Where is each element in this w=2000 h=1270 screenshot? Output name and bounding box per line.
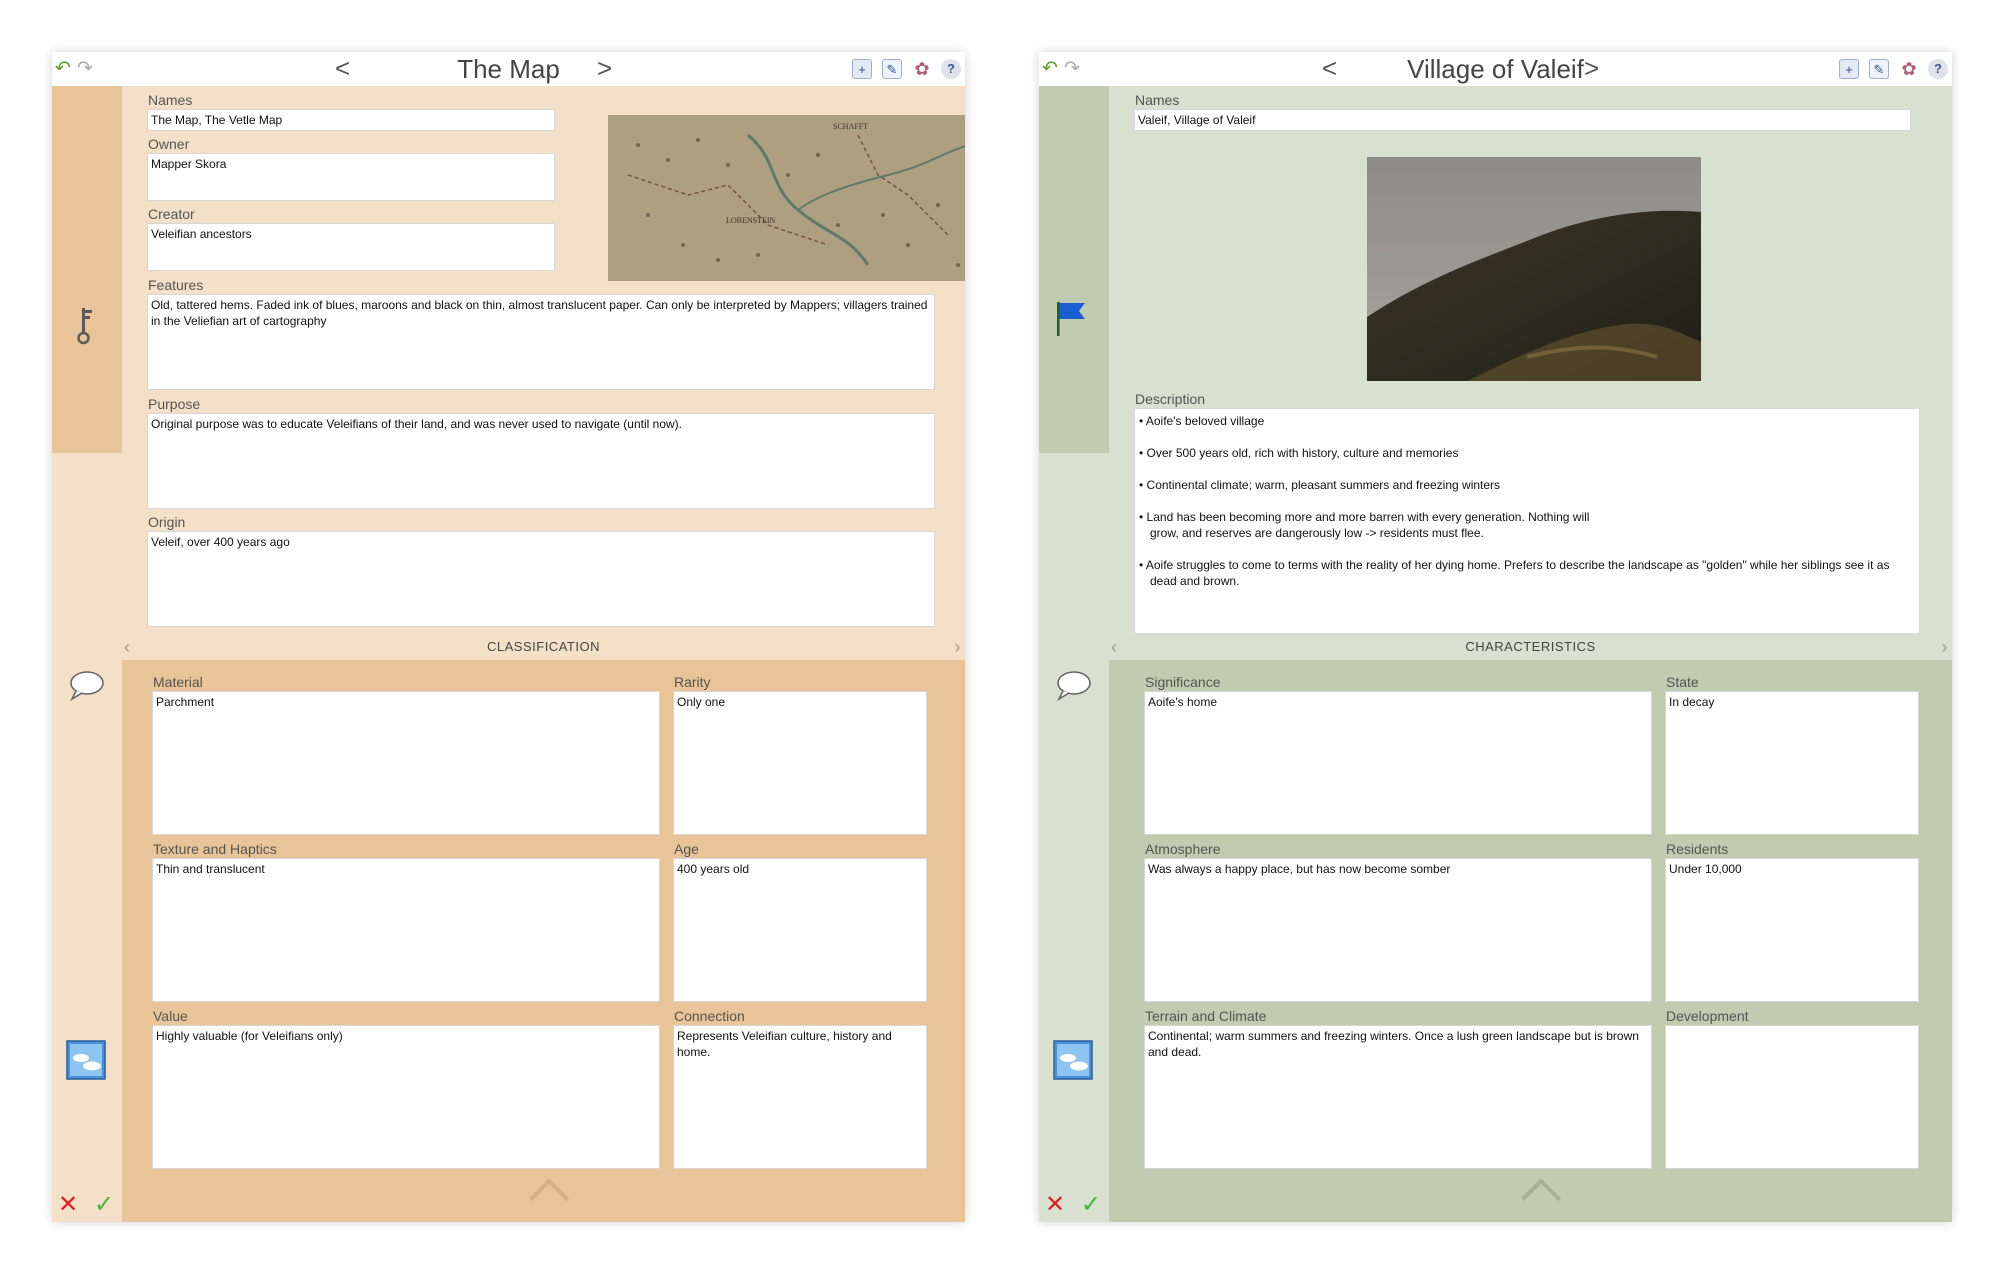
owner-field[interactable]: Mapper Skora [147,153,555,201]
characteristics-section: Significance Aoife's home State In decay… [1109,660,1952,1222]
sidebar [52,86,122,1222]
atmosphere-field[interactable]: Was always a happy place, but has now be… [1144,858,1652,1002]
purpose-label: Purpose [148,396,201,412]
owner-label: Owner [148,136,190,152]
state-label: State [1666,674,1699,690]
section-title: CLASSIFICATION [487,639,600,654]
help-icon[interactable]: ? [941,59,961,79]
age-label: Age [674,841,699,857]
palette-icon[interactable]: ✿ [1899,59,1919,79]
speech-bubble-icon[interactable] [1055,670,1093,702]
material-label: Material [153,674,203,690]
origin-label: Origin [148,514,186,530]
sidebar-active-section[interactable] [52,86,122,453]
speech-bubble-icon[interactable] [68,670,106,702]
age-field[interactable]: 400 years old [673,858,927,1002]
section-title: CHARACTERISTICS [1465,639,1596,654]
state-field[interactable]: In decay [1665,691,1919,835]
purpose-field[interactable]: Original purpose was to educate Veleifia… [147,413,935,509]
description-bullet: • Aoife struggles to come to terms with … [1139,558,1890,588]
residents-field[interactable]: Under 10,000 [1665,858,1919,1002]
terrain-field[interactable]: Continental; warm summers and freezing w… [1144,1025,1652,1169]
key-icon[interactable] [74,306,96,346]
next-page-icon[interactable]: > [1584,52,1599,84]
texture-label: Texture and Haptics [153,841,277,857]
description-label: Description [1135,391,1206,407]
terrain-label: Terrain and Climate [1145,1008,1267,1024]
edit-note-icon[interactable]: ✎ [882,59,902,79]
development-label: Development [1666,1008,1749,1024]
image-icon[interactable] [1053,1040,1093,1080]
value-label: Value [153,1008,188,1024]
section-prev-icon[interactable]: ‹ [124,634,131,660]
features-field[interactable]: Old, tattered hems. Faded ink of blues, … [147,294,935,390]
close-icon[interactable]: ✕ [1045,1192,1065,1218]
description-bullet: • Over 500 years old, rich with history,… [1139,446,1459,460]
identity-section: Names Valeif, Village of Valeif Descript… [1109,86,1952,634]
names-label: Names [1135,92,1180,108]
add-user-icon[interactable]: + [852,59,872,79]
names-label: Names [148,92,193,108]
identity-section: Names The Map, The Vetle Map Owner Mappe… [122,86,965,634]
atmosphere-label: Atmosphere [1145,841,1221,857]
classification-section: Material Parchment Rarity Only one Textu… [122,660,965,1222]
map-label-lobenstein: LOBENSTEIN [726,216,776,225]
names-field[interactable]: Valeif, Village of Valeif [1134,109,1911,131]
section-prev-icon[interactable]: ‹ [1111,634,1118,660]
residents-label: Residents [1666,841,1729,857]
names-field[interactable]: The Map, The Vetle Map [147,109,555,131]
connection-field[interactable]: Represents Veleifian culture, history an… [673,1025,927,1169]
significance-label: Significance [1145,674,1221,690]
rarity-field[interactable]: Only one [673,691,927,835]
description-field[interactable]: • Aoife's beloved village • Over 500 yea… [1134,408,1920,634]
title-bar: ↶ ↷ < Village of Valeif > + ✎ ✿ ? [1039,52,1952,86]
description-bullet: • Continental climate; warm, pleasant su… [1139,478,1501,492]
description-bullet: • Land has been becoming more and more b… [1139,510,1590,540]
map-image[interactable]: SCHAFFT LOBENSTEIN [608,115,965,281]
close-icon[interactable]: ✕ [58,1192,78,1218]
section-next-icon[interactable]: › [955,634,962,660]
help-icon[interactable]: ? [1928,59,1948,79]
creator-label: Creator [148,206,195,222]
next-page-icon[interactable]: > [597,52,612,84]
sidebar-active-section[interactable] [1039,86,1109,453]
texture-field[interactable]: Thin and translucent [152,858,660,1002]
connection-label: Connection [674,1008,745,1024]
material-field[interactable]: Parchment [152,691,660,835]
characteristics-header[interactable]: ‹ CHARACTERISTICS › [1109,634,1952,660]
map-label-schafft: SCHAFFT [833,122,868,131]
rarity-label: Rarity [674,674,711,690]
value-field[interactable]: Highly valuable (for Veleifians only) [152,1025,660,1169]
palette-icon[interactable]: ✿ [912,59,932,79]
collapse-chevron-icon[interactable] [529,1178,569,1218]
checkmark-icon[interactable]: ✓ [94,1192,114,1218]
location-window-village-of-valeif: ↶ ↷ < Village of Valeif > + ✎ ✿ ? Names … [1039,52,1952,1222]
creator-field[interactable]: Veleifian ancestors [147,223,555,271]
add-user-icon[interactable]: + [1839,59,1859,79]
section-next-icon[interactable]: › [1942,634,1949,660]
collapse-chevron-icon[interactable] [1521,1178,1561,1218]
action-bar: ✕ ✓ [1039,1188,1109,1222]
image-icon[interactable] [66,1040,106,1080]
sidebar [1039,86,1109,1222]
flag-icon[interactable] [1055,300,1089,338]
title-bar: ↶ ↷ < The Map > + ✎ ✿ ? [52,52,965,86]
item-window-the-map: ↶ ↷ < The Map > + ✎ ✿ ? Names The Map, T… [52,52,965,1222]
action-bar: ✕ ✓ [52,1188,122,1222]
landscape-image[interactable] [1367,157,1701,381]
page-title: The Map [457,54,560,84]
page-title: Village of Valeif [1407,54,1584,84]
features-label: Features [148,277,204,293]
edit-note-icon[interactable]: ✎ [1869,59,1889,79]
origin-field[interactable]: Veleif, over 400 years ago [147,531,935,627]
significance-field[interactable]: Aoife's home [1144,691,1652,835]
checkmark-icon[interactable]: ✓ [1081,1192,1101,1218]
classification-header[interactable]: ‹ CLASSIFICATION › [122,634,965,660]
description-bullet: • Aoife's beloved village [1139,414,1265,428]
development-field[interactable] [1665,1025,1919,1169]
